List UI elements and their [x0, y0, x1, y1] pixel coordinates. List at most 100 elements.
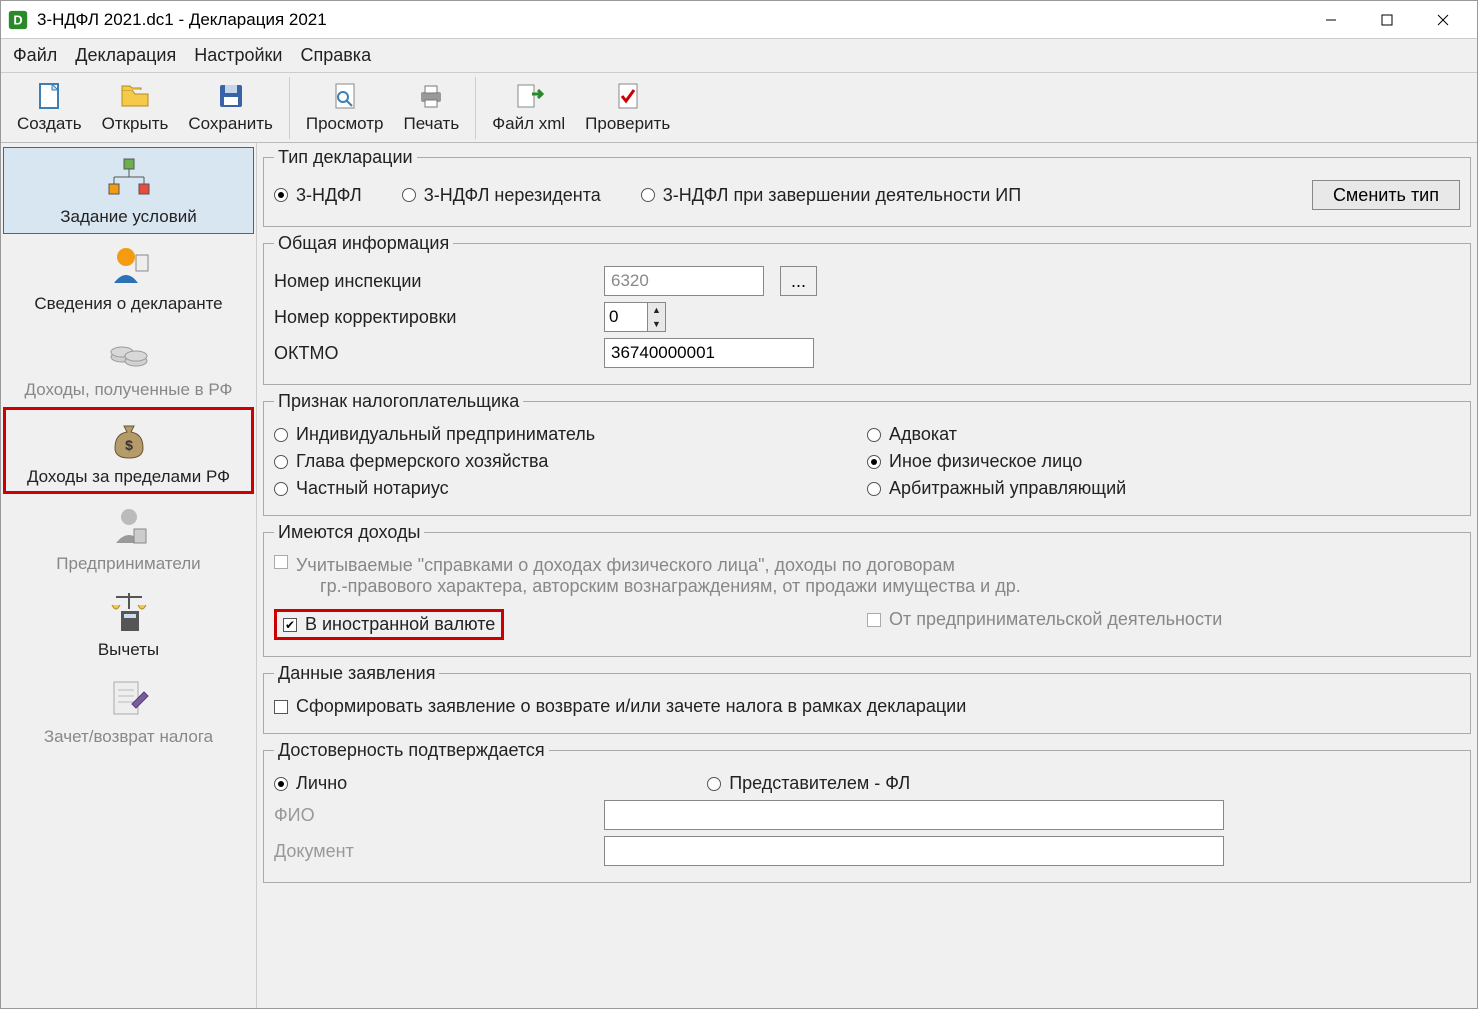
document-pen-icon [104, 674, 154, 724]
radio-dot-icon [867, 455, 881, 469]
radio-ip[interactable]: Индивидуальный предприниматель [274, 424, 595, 445]
radio-dot-icon [274, 188, 288, 202]
radio-lawyer[interactable]: Адвокат [867, 424, 957, 445]
radio-ip-close[interactable]: 3-НДФЛ при завершении деятельности ИП [641, 185, 1021, 206]
radio-nonresident[interactable]: 3-НДФЛ нерезидента [402, 185, 601, 206]
save-icon [215, 80, 247, 112]
menu-settings[interactable]: Настройки [194, 45, 282, 66]
group-income-types: Имеются доходы Учитываемые "справками о … [263, 522, 1471, 657]
tool-create[interactable]: Создать [7, 78, 92, 138]
tool-check[interactable]: Проверить [575, 78, 680, 138]
tool-print[interactable]: Печать [394, 78, 470, 138]
tool-preview[interactable]: Просмотр [296, 78, 394, 138]
legend-income: Имеются доходы [274, 522, 424, 543]
radio-dot-icon [274, 482, 288, 496]
checkbox-icon [867, 613, 881, 627]
tool-open[interactable]: Открыть [92, 78, 179, 138]
change-type-button[interactable]: Сменить тип [1312, 180, 1460, 210]
tool-xml[interactable]: Файл xml [482, 78, 575, 138]
radio-arbitr[interactable]: Арбитражный управляющий [867, 478, 1126, 499]
label-document: Документ [274, 841, 604, 862]
person-icon [104, 241, 154, 291]
minimize-button[interactable] [1303, 2, 1359, 38]
radio-dot-icon [867, 428, 881, 442]
sidebar-offset-refund[interactable]: Зачет/возврат налога [3, 667, 254, 754]
sidebar: Задание условий Сведения о декларанте До… [1, 143, 257, 1008]
radio-dot-icon [641, 188, 655, 202]
app-icon: D [7, 9, 29, 31]
maximize-button[interactable] [1359, 2, 1415, 38]
money-bag-icon: $ [104, 414, 154, 464]
window-controls [1303, 2, 1471, 38]
menu-declaration[interactable]: Декларация [75, 45, 176, 66]
check-spravki[interactable]: Учитываемые "справками о доходах физичес… [274, 555, 1021, 597]
radio-notary[interactable]: Частный нотариус [274, 478, 449, 499]
conditions-icon [104, 154, 154, 204]
label-correction: Номер корректировки [274, 307, 604, 328]
sidebar-declarant[interactable]: Сведения о декларанте [3, 234, 254, 321]
browse-inspection-button[interactable]: ... [780, 266, 817, 296]
print-icon [415, 80, 447, 112]
sidebar-conditions[interactable]: Задание условий [3, 147, 254, 234]
svg-text:D: D [13, 12, 22, 27]
menubar: Файл Декларация Настройки Справка [1, 39, 1477, 73]
check-foreign-currency[interactable]: В иностранной валюте [283, 614, 495, 635]
checkbox-icon [283, 618, 297, 632]
checkbox-icon [274, 555, 288, 569]
menu-help[interactable]: Справка [300, 45, 371, 66]
legend-taxpayer: Признак налогоплательщика [274, 391, 523, 412]
input-inspection[interactable] [604, 266, 764, 296]
check-form-application[interactable]: Сформировать заявление о возврате и/или … [274, 696, 966, 717]
input-document[interactable] [604, 836, 1224, 866]
legend-general: Общая информация [274, 233, 453, 254]
radio-dot-icon [707, 777, 721, 791]
radio-farmer[interactable]: Глава фермерского хозяйства [274, 451, 548, 472]
group-general-info: Общая информация Номер инспекции ... Ном… [263, 233, 1471, 385]
sidebar-entrepreneurs[interactable]: Предприниматели [3, 494, 254, 581]
legend-auth: Достоверность подтверждается [274, 740, 549, 761]
group-application-data: Данные заявления Сформировать заявление … [263, 663, 1471, 734]
label-oktmo: ОКТМО [274, 343, 604, 364]
scale-calc-icon [104, 587, 154, 637]
radio-other[interactable]: Иное физическое лицо [867, 451, 1082, 472]
folder-open-icon [119, 80, 151, 112]
check-biz-income[interactable]: От предпринимательской деятельности [867, 609, 1222, 630]
legend-decl-type: Тип декларации [274, 147, 417, 168]
radio-dot-icon [274, 455, 288, 469]
input-correction[interactable] [605, 303, 647, 331]
highlight-foreign: В иностранной валюте [274, 609, 504, 640]
radio-dot-icon [402, 188, 416, 202]
sidebar-income-foreign[interactable]: $ Доходы за пределами РФ [3, 407, 254, 494]
spin-up-icon[interactable]: ▲ [648, 303, 665, 317]
toolbar-separator [475, 77, 476, 139]
legend-appdata: Данные заявления [274, 663, 439, 684]
toolbar-separator [289, 77, 290, 139]
input-oktmo[interactable] [604, 338, 814, 368]
radio-dot-icon [274, 777, 288, 791]
window-title: 3-НДФЛ 2021.dc1 - Декларация 2021 [37, 10, 1303, 30]
menu-file[interactable]: Файл [13, 45, 57, 66]
radio-dot-icon [867, 482, 881, 496]
sidebar-deductions[interactable]: Вычеты [3, 580, 254, 667]
label-fio: ФИО [274, 805, 604, 826]
titlebar: D 3-НДФЛ 2021.dc1 - Декларация 2021 [1, 1, 1477, 39]
check-icon [612, 80, 644, 112]
new-file-icon [33, 80, 65, 112]
tool-save[interactable]: Сохранить [178, 78, 282, 138]
toolbar: Создать Открыть Сохранить Просмотр Печат… [1, 73, 1477, 143]
main-panel: Тип декларации 3-НДФЛ 3-НДФЛ нерезидента… [257, 143, 1477, 1008]
preview-icon [329, 80, 361, 112]
coins-icon [104, 327, 154, 377]
spin-down-icon[interactable]: ▼ [648, 317, 665, 331]
content-area: Задание условий Сведения о декларанте До… [1, 143, 1477, 1008]
spinner-correction[interactable]: ▲▼ [604, 302, 666, 332]
checkbox-icon [274, 700, 288, 714]
close-button[interactable] [1415, 2, 1471, 38]
sidebar-income-rf[interactable]: Доходы, полученные в РФ [3, 320, 254, 407]
input-fio[interactable] [604, 800, 1224, 830]
group-taxpayer-type: Признак налогоплательщика Индивидуальный… [263, 391, 1471, 516]
radio-self[interactable]: Лично [274, 773, 347, 794]
radio-representative[interactable]: Представителем - ФЛ [707, 773, 910, 794]
radio-3ndfl[interactable]: 3-НДФЛ [274, 185, 362, 206]
radio-dot-icon [274, 428, 288, 442]
